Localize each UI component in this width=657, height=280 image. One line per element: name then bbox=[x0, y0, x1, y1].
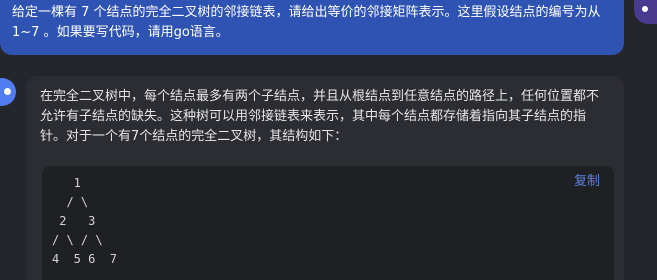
user-avatar bbox=[634, 0, 657, 24]
user-message-text: 给定一棵有 7 个结点的完全二叉树的邻接链表，请给出等价的邻接矩阵表示。这里假设… bbox=[12, 5, 601, 40]
user-avatar-icon bbox=[642, 6, 648, 12]
assistant-message-text: 在完全二叉树中，每个结点最多有两个子结点，并且从根结点到任意结点的路径上，任何位… bbox=[40, 89, 600, 144]
copy-button[interactable]: 复制 bbox=[574, 170, 600, 189]
assistant-avatar-icon bbox=[4, 88, 11, 95]
assistant-avatar bbox=[0, 78, 16, 106]
code-content: 1 / \ 2 3 / \ / \ 4 5 6 7 bbox=[52, 176, 118, 266]
chat-view: 给定一棵有 7 个结点的完全二叉树的邻接链表，请给出等价的邻接矩阵表示。这里假设… bbox=[0, 0, 657, 280]
assistant-message-bubble: 在完全二叉树中，每个结点最多有两个子结点，并且从根结点到任意结点的路径上，任何位… bbox=[26, 76, 624, 280]
code-block: 复制 1 / \ 2 3 / \ / \ 4 5 6 7 bbox=[42, 166, 614, 280]
user-message-bubble: 给定一棵有 7 个结点的完全二叉树的邻接链表，请给出等价的邻接矩阵表示。这里假设… bbox=[0, 0, 624, 55]
